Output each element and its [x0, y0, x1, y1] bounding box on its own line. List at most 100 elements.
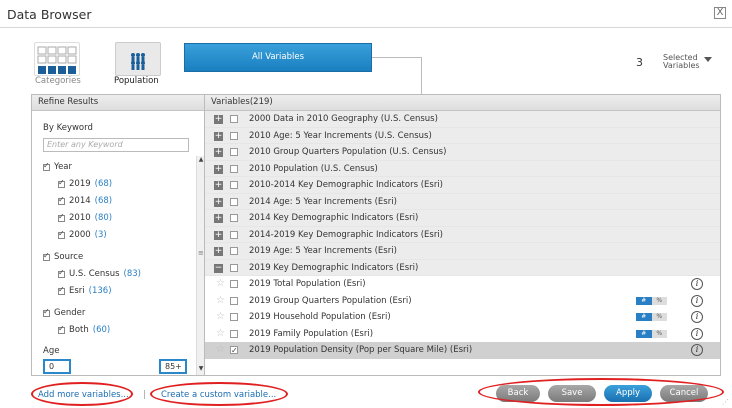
checkbox[interactable] — [43, 251, 50, 261]
filter-2010[interactable]: 2010 (80) — [58, 212, 112, 223]
variable-row[interactable]: ☆ 2019 Household Population (Esri) # % i — [205, 309, 720, 326]
checkbox[interactable] — [58, 195, 65, 205]
info-icon[interactable]: i — [691, 278, 703, 290]
variable-row[interactable]: ☆ 2019 Group Quarters Population (Esri) … — [205, 293, 720, 310]
group-row[interactable]: − 2019 Key Demographic Indicators (Esri) — [205, 259, 720, 276]
checkbox[interactable] — [58, 285, 65, 295]
expand-icon[interactable]: + — [214, 214, 223, 223]
scroll-grip-icon[interactable]: ≡ — [198, 250, 204, 257]
variables-header: Variables(219) — [205, 95, 720, 111]
window-title: Data Browser — [7, 7, 92, 22]
checkbox[interactable] — [230, 214, 238, 222]
checkbox[interactable] — [230, 280, 238, 288]
collapse-icon[interactable]: − — [214, 263, 223, 273]
checkbox[interactable] — [230, 115, 238, 123]
expand-icon[interactable]: + — [214, 131, 223, 141]
filter-gender[interactable]: Gender — [43, 307, 85, 318]
add-more-variables-link[interactable]: Add more variables... — [38, 390, 129, 400]
expand-icon[interactable]: + — [214, 197, 223, 207]
checkbox[interactable] — [58, 229, 65, 239]
age-max-input[interactable]: 85+ — [159, 359, 187, 374]
group-row[interactable]: + 2014 Age: 5 Year Increments (Esri) — [205, 193, 720, 210]
keyword-label: By Keyword — [43, 123, 93, 133]
expand-icon[interactable]: + — [214, 164, 223, 174]
population-label: Population — [114, 76, 159, 86]
keyword-input[interactable]: Enter any Keyword — [43, 138, 189, 152]
population-tile[interactable] — [115, 42, 161, 76]
star-icon[interactable]: ☆ — [216, 276, 225, 292]
expand-icon[interactable]: + — [214, 230, 223, 240]
checkbox[interactable] — [43, 307, 50, 317]
filter-source[interactable]: Source — [43, 251, 83, 262]
year-checkbox[interactable] — [43, 161, 50, 171]
info-icon[interactable]: i — [691, 294, 703, 307]
number-percent-toggle[interactable]: # % — [636, 296, 667, 305]
checkbox[interactable] — [230, 148, 238, 156]
filter-2014[interactable]: 2014 (68) — [58, 195, 112, 206]
group-row[interactable]: + 2000 Data in 2010 Geography (U.S. Cens… — [205, 111, 720, 128]
checkbox[interactable] — [230, 343, 238, 359]
save-button[interactable]: Save — [548, 385, 596, 402]
checkbox[interactable] — [58, 178, 65, 188]
checkbox[interactable] — [230, 313, 238, 321]
checkbox[interactable] — [58, 212, 65, 222]
resize-handle-icon[interactable]: ⋰ — [722, 398, 730, 406]
group-row[interactable]: + 2010 Population (U.S. Census) — [205, 160, 720, 177]
variable-row[interactable]: ☆ 2019 Total Population (Esri) i — [205, 276, 720, 293]
expand-icon[interactable]: + — [214, 148, 223, 157]
tab-connector — [421, 57, 422, 94]
apply-button[interactable]: Apply — [604, 385, 652, 402]
scroll-down-icon[interactable]: ▼ — [197, 365, 204, 373]
filter-both[interactable]: Both (60) — [58, 324, 110, 335]
checkbox[interactable] — [230, 263, 238, 272]
create-custom-variable-link[interactable]: Create a custom variable... — [161, 390, 276, 400]
filter-2019[interactable]: 2019 (68) — [58, 178, 112, 189]
checkbox[interactable] — [58, 324, 65, 334]
checkbox[interactable] — [230, 329, 238, 338]
chevron-down-icon[interactable] — [704, 57, 712, 62]
info-icon[interactable]: i — [691, 344, 703, 356]
info-icon[interactable]: i — [691, 311, 703, 323]
number-percent-toggle[interactable]: # % — [636, 313, 667, 321]
star-icon[interactable]: ☆ — [216, 293, 225, 309]
filter-esri[interactable]: Esri (136) — [58, 285, 112, 296]
filter-census[interactable]: U.S. Census (83) — [58, 268, 141, 279]
group-row[interactable]: + 2010 Age: 5 Year Increments (U.S. Cens… — [205, 127, 720, 144]
star-icon[interactable]: ☆ — [216, 309, 225, 325]
expand-icon[interactable]: + — [214, 247, 223, 256]
scroll-up-icon[interactable]: ▲ — [197, 156, 204, 164]
group-row[interactable]: + 2014 Key Demographic Indicators (Esri) — [205, 210, 720, 227]
expand-icon[interactable]: + — [214, 115, 223, 124]
selected-count[interactable]: 3 — [636, 56, 643, 69]
star-icon[interactable]: ☆ — [216, 342, 225, 358]
categories-label: Categories — [35, 76, 81, 86]
group-row[interactable]: + 2010 Group Quarters Population (U.S. C… — [205, 144, 720, 161]
variable-row-selected[interactable]: ☆ 2019 Population Density (Pop per Squar… — [205, 342, 720, 359]
checkbox[interactable] — [230, 230, 238, 239]
expand-icon[interactable]: + — [214, 181, 223, 190]
number-percent-toggle[interactable]: # % — [636, 329, 667, 338]
checkbox[interactable] — [230, 131, 238, 140]
checkbox[interactable] — [58, 268, 65, 278]
checkbox[interactable] — [230, 247, 238, 255]
group-row[interactable]: + 2010-2014 Key Demographic Indicators (… — [205, 177, 720, 194]
filter-2000[interactable]: 2000 (3) — [58, 229, 107, 240]
group-row[interactable]: + 2019 Age: 5 Year Increments (Esri) — [205, 243, 720, 260]
selected-variables-label[interactable]: Selected Variables — [663, 54, 700, 70]
checkbox[interactable] — [230, 296, 238, 305]
checkbox[interactable] — [230, 181, 238, 189]
filter-year[interactable]: Year — [43, 161, 72, 172]
categories-tile[interactable] — [34, 42, 80, 76]
group-row[interactable]: + 2014-2019 Key Demographic Indicators (… — [205, 226, 720, 243]
age-min-input[interactable]: 0 — [43, 359, 71, 374]
close-icon[interactable]: X — [714, 7, 726, 19]
checkbox[interactable] — [230, 197, 238, 206]
tab-all-variables[interactable]: All Variables — [184, 43, 372, 72]
variable-row[interactable]: ☆ 2019 Family Population (Esri) # % i — [205, 326, 720, 343]
back-button[interactable]: Back — [496, 385, 540, 402]
star-icon[interactable]: ☆ — [216, 326, 225, 342]
refine-scrollbar[interactable]: ▲ ≡ ▼ — [196, 156, 204, 375]
info-icon[interactable]: i — [691, 327, 703, 340]
checkbox[interactable] — [230, 164, 238, 173]
cancel-button[interactable]: Cancel — [660, 385, 708, 402]
